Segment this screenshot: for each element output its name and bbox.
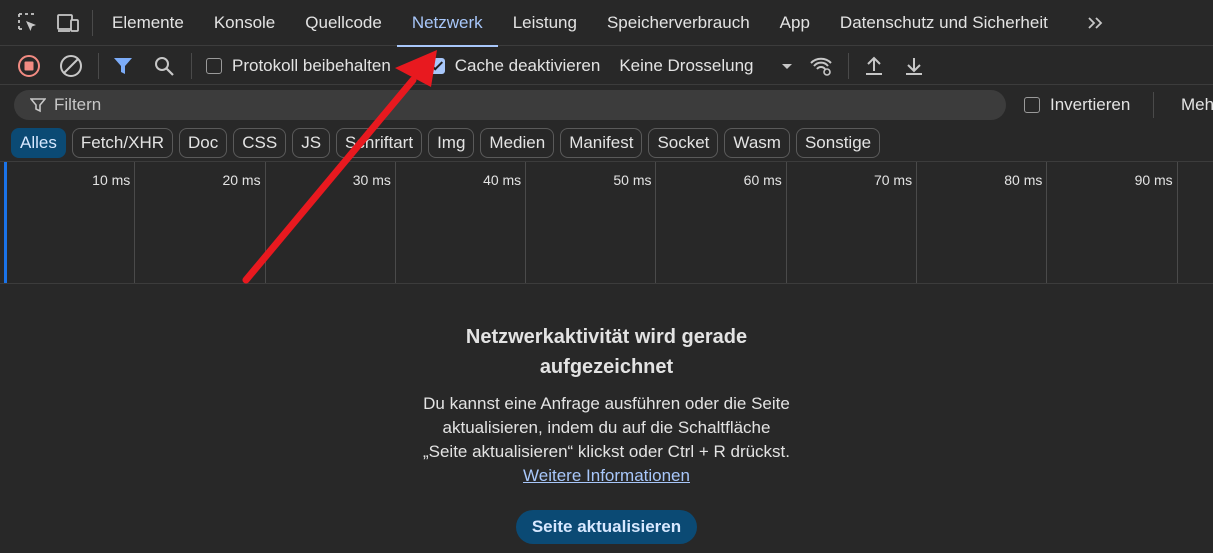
- filter-chip-schriftart[interactable]: Schriftart: [336, 128, 423, 158]
- tab-leistung[interactable]: Leistung: [498, 0, 592, 46]
- preserve-log-checkbox[interactable]: [206, 57, 222, 74]
- disable-cache-checkbox[interactable]: [428, 57, 445, 74]
- tab-elemente[interactable]: Elemente: [97, 0, 199, 46]
- timeline-gridline: 90 ms: [1047, 162, 1178, 283]
- timeline-tick-label: 10 ms: [92, 172, 131, 188]
- timeline-gridline: 80 ms: [917, 162, 1048, 283]
- timeline-tick-label: 40 ms: [483, 172, 522, 188]
- tab-speicherverbrauch[interactable]: Speicherverbrauch: [592, 0, 765, 46]
- tab-datenschutz-und-sicherheit[interactable]: Datenschutz und Sicherheit: [825, 0, 1063, 46]
- tab-konsole[interactable]: Konsole: [199, 0, 290, 46]
- timeline-gridline: 60 ms: [657, 162, 787, 283]
- empty-state-text: Du kannst eine Anfrage ausführen oder di…: [422, 394, 791, 461]
- learn-more-link[interactable]: Weitere Informationen: [523, 466, 690, 485]
- timeline-tick-label: 20 ms: [222, 172, 261, 188]
- network-conditions-wifi-icon[interactable]: [808, 55, 834, 77]
- filter-chip-wasm[interactable]: Wasm: [724, 128, 790, 158]
- empty-state: Netzwerkaktivität wird gerade aufgezeich…: [0, 322, 1213, 544]
- filter-chip-socket[interactable]: Socket: [648, 128, 719, 158]
- download-export-icon[interactable]: [903, 55, 925, 77]
- empty-state-body: Du kannst eine Anfrage ausführen oder di…: [422, 392, 792, 488]
- timeline-tick-label: 70 ms: [873, 172, 913, 188]
- toolbar-separator: [191, 52, 192, 79]
- filter-chip-js[interactable]: JS: [292, 128, 331, 158]
- preserve-log-label[interactable]: Protokoll beibehalten: [232, 56, 391, 76]
- timeline-tick-label: 50 ms: [613, 172, 652, 188]
- invert-label[interactable]: Invertieren: [1050, 95, 1130, 115]
- device-toolbar-icon[interactable]: [48, 0, 88, 46]
- filter-input[interactable]: Filtern: [14, 90, 1006, 120]
- timeline-gridline: 20 ms: [135, 162, 266, 283]
- filter-chip-medien[interactable]: Medien: [480, 128, 555, 158]
- tab-list: Elemente Konsole Quellcode Netzwerk Leistung…: [97, 0, 1063, 47]
- timeline-gridline: 10 ms: [5, 162, 136, 283]
- throttling-select[interactable]: Keine Drosselung: [619, 56, 753, 76]
- timeline-tick-label: 60 ms: [743, 172, 782, 188]
- filter-chip-css[interactable]: CSS: [233, 128, 287, 158]
- filter-chip-sonstige[interactable]: Sonstige: [795, 128, 881, 158]
- filter-funnel-icon: [30, 97, 46, 113]
- empty-state-title: Netzwerkaktivität wird gerade aufgezeich…: [465, 326, 748, 378]
- filter-chip-manifest[interactable]: Manifest: [560, 128, 643, 158]
- tab-netzwerk[interactable]: Netzwerk: [396, 0, 498, 47]
- filter-separator: [1153, 92, 1154, 118]
- timeline-tick-label: 30 ms: [352, 172, 391, 188]
- devtools-tab-bar: Elemente Konsole Quellcode Netzwerk Leistung…: [0, 0, 1213, 47]
- filter-chip-img[interactable]: Img: [428, 128, 475, 158]
- tab-separator: [92, 9, 93, 36]
- timeline-gridline: 30 ms: [266, 162, 396, 283]
- chevron-down-icon[interactable]: [780, 61, 794, 71]
- filter-placeholder: Filtern: [54, 95, 102, 114]
- tab-quellcode[interactable]: Quellcode: [290, 0, 397, 46]
- upload-import-icon[interactable]: [863, 55, 885, 77]
- network-overview-timeline[interactable]: 10 ms 20 ms 30 ms 40 ms 50 ms 60 ms 70 ms 80 ms…: [0, 161, 1213, 284]
- timeline-tick-label: 80 ms: [1004, 172, 1043, 188]
- timeline-tick-label: 90 ms: [1134, 172, 1173, 188]
- resource-type-filters: Alles Fetch/XHR Doc CSS JS Schriftart Img Medie…: [0, 126, 1213, 160]
- more-tabs-chevron-icon[interactable]: [1079, 0, 1113, 46]
- filter-row: Filtern Invertieren Meh: [0, 86, 1213, 124]
- filter-chip-fetch-xhr[interactable]: Fetch/XHR: [71, 128, 173, 158]
- search-icon[interactable]: [151, 55, 177, 77]
- toolbar-separator: [847, 52, 849, 79]
- timeline-gridline: 70 ms: [787, 162, 918, 283]
- disable-cache-label[interactable]: Cache deaktivieren: [455, 56, 601, 76]
- network-toolbar: Protokoll beibehalten Cache deaktivieren…: [0, 47, 1213, 85]
- more-filters-label[interactable]: Meh: [1181, 95, 1213, 115]
- invert-checkbox[interactable]: [1024, 97, 1040, 113]
- inspect-element-icon[interactable]: [8, 0, 48, 46]
- filter-chip-alles[interactable]: Alles: [11, 128, 66, 158]
- filter-chip-doc[interactable]: Doc: [179, 128, 228, 158]
- tab-app[interactable]: App: [765, 0, 825, 46]
- filter-funnel-icon[interactable]: [111, 55, 135, 77]
- clear-icon[interactable]: [56, 54, 86, 78]
- toolbar-separator: [98, 52, 99, 79]
- timeline-gridline: 40 ms: [396, 162, 527, 283]
- reload-page-button[interactable]: Seite aktualisieren: [515, 510, 698, 544]
- record-stop-icon[interactable]: [14, 54, 44, 78]
- timeline-gridline: 50 ms: [526, 162, 657, 283]
